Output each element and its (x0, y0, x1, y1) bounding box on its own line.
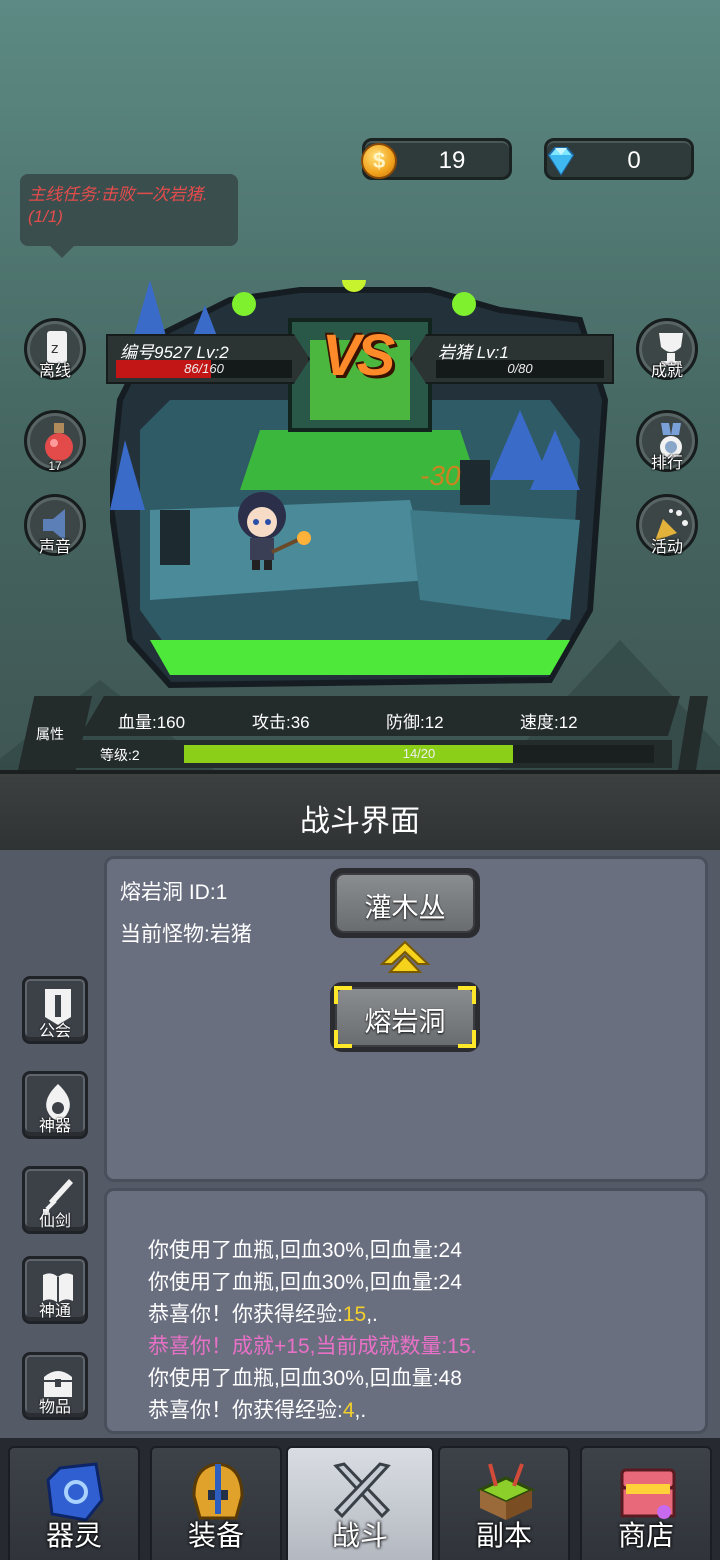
achievement-label: 成就 (650, 363, 683, 380)
ranking-label: 排行 (650, 455, 683, 472)
artifact-button[interactable]: 神器 (22, 1071, 88, 1139)
selection-corner (458, 986, 476, 1004)
log-line: 你使用了血瓶,回血30%,回血量:24 (148, 1239, 462, 1262)
versus-emblem: VS (322, 323, 395, 388)
ranking-button[interactable]: 排行 (636, 410, 698, 472)
diamond-value: 0 (627, 147, 641, 174)
gold-counter: 19 (361, 138, 512, 180)
log-line: 恭喜你！你获得经验:15,. (148, 1298, 378, 1328)
side-label-artifact: 神器 (38, 1118, 71, 1135)
player-hp-bar: 86/160 (116, 360, 292, 378)
log-line-prefix: 恭喜你！你获得经验: (148, 1303, 343, 1326)
panel-title-bar: 战斗界面 (0, 770, 720, 850)
log-line-achievement: 恭喜你！成就+15,当前成就数量:15. (148, 1335, 477, 1358)
area-upper-label: 灌木丛 (364, 893, 446, 923)
activity-label: 活动 (650, 539, 683, 556)
quest-text: 主线任务:击败一次岩猪.(1/1) (28, 185, 208, 226)
potion-count: 17 (48, 459, 62, 473)
potion-button[interactable]: 17 (24, 410, 86, 473)
tab-spirit[interactable]: 器灵 (8, 1446, 140, 1560)
side-label-guild: 公会 (38, 1023, 71, 1040)
offline-button[interactable]: z 离线 (24, 318, 86, 380)
side-label-sword: 仙剑 (38, 1213, 71, 1230)
inventory-button[interactable]: 物品 (22, 1352, 88, 1420)
stat-attack: 攻击:36 (252, 713, 310, 732)
log-line: 你使用了血瓶,回血30%,回血量:48 (148, 1367, 462, 1390)
tab-equipment-label: 装备 (187, 1520, 244, 1551)
gold-coin-icon (361, 143, 397, 179)
stat-speed: 速度:12 (520, 713, 578, 732)
gold-value: 19 (438, 147, 466, 174)
enemy-hp-text: 0/80 (507, 361, 533, 376)
tab-shop[interactable]: 商店 (580, 1446, 712, 1560)
tab-equipment[interactable]: 装备 (150, 1446, 282, 1560)
selection-corner (334, 1030, 352, 1048)
stats-row: 血量:160 攻击:36 防御:12 速度:12 (80, 696, 680, 736)
skill-button[interactable]: 神通 (22, 1256, 88, 1324)
tab-battle-label: 战斗 (331, 1520, 388, 1551)
level-label: 等级:2 (100, 747, 140, 763)
log-line-suffix: ,. (354, 1399, 367, 1422)
player-status: 编号9527 Lv:2 86/160 (106, 334, 310, 384)
panel-title: 战斗界面 (300, 805, 420, 838)
selection-corner (458, 1030, 476, 1048)
log-line-value: 15 (342, 1303, 367, 1326)
sound-label: 声音 (38, 539, 71, 556)
sound-button[interactable]: 声音 (24, 494, 86, 556)
sword-button[interactable]: 仙剑 (22, 1166, 88, 1234)
current-map-label: 熔岩洞 ID:1 (120, 881, 228, 904)
enemy-status: 岩猪 Lv:1 0/80 (410, 334, 614, 384)
enemy-hp-bar: 0/80 (436, 360, 604, 378)
activity-button[interactable]: 活动 (636, 494, 698, 556)
main-quest-bubble[interactable]: 主线任务:击败一次岩猪.(1/1) (20, 174, 238, 258)
exp-bar: 14/20 (184, 745, 654, 763)
stat-defense: 防御:12 (386, 713, 444, 732)
svg-text:z: z (51, 341, 58, 357)
selection-corner (334, 986, 352, 1004)
log-line-suffix: ,. (366, 1303, 378, 1326)
battle-scene: 19 0 主线任务:击败一次岩猪.(1/1) (0, 0, 720, 790)
hero-character (238, 492, 311, 570)
tab-dungeon[interactable]: 副本 (438, 1446, 570, 1560)
arrow-up-icon (380, 940, 430, 973)
stat-hp: 血量:160 (118, 713, 186, 732)
tab-shop-label: 商店 (617, 1520, 674, 1551)
attribute-panel-end (678, 696, 708, 770)
area-button-selected[interactable]: 熔岩洞 (330, 982, 480, 1052)
offline-label: 离线 (38, 363, 71, 380)
diamond-icon (543, 143, 579, 179)
area-button-upper[interactable]: 灌木丛 (330, 868, 480, 938)
achievement-button[interactable]: 成就 (636, 318, 698, 380)
attribute-panel: 属性 血量:160 攻击:36 防御:12 速度:12 等级:2 14/20 (18, 696, 708, 770)
log-line-value: 4 (342, 1399, 355, 1422)
player-hp-text: 86/160 (184, 361, 224, 376)
tab-dungeon-label: 副本 (475, 1520, 532, 1551)
attribute-tag-label: 属性 (36, 726, 64, 742)
side-label-skill: 神通 (38, 1303, 71, 1320)
side-label-inventory: 物品 (38, 1399, 71, 1416)
log-line: 你使用了血瓶,回血30%,回血量:24 (148, 1271, 462, 1294)
tab-spirit-label: 器灵 (45, 1520, 102, 1551)
bottom-navigation: 器灵 装备 战斗 副本 商店 (0, 1438, 720, 1560)
guild-button[interactable]: 公会 (22, 976, 88, 1044)
damage-popup: -30 (420, 460, 461, 491)
tab-battle[interactable]: 战斗 (286, 1446, 434, 1560)
current-monster-label: 当前怪物:岩猪 (120, 923, 252, 946)
log-line: 恭喜你！你获得经验:4,. (148, 1394, 366, 1424)
level-row: 等级:2 14/20 (72, 740, 672, 768)
exp-text: 14/20 (402, 746, 436, 761)
diamond-counter: 0 (544, 138, 694, 180)
log-line-prefix: 恭喜你！你获得经验: (148, 1399, 343, 1422)
